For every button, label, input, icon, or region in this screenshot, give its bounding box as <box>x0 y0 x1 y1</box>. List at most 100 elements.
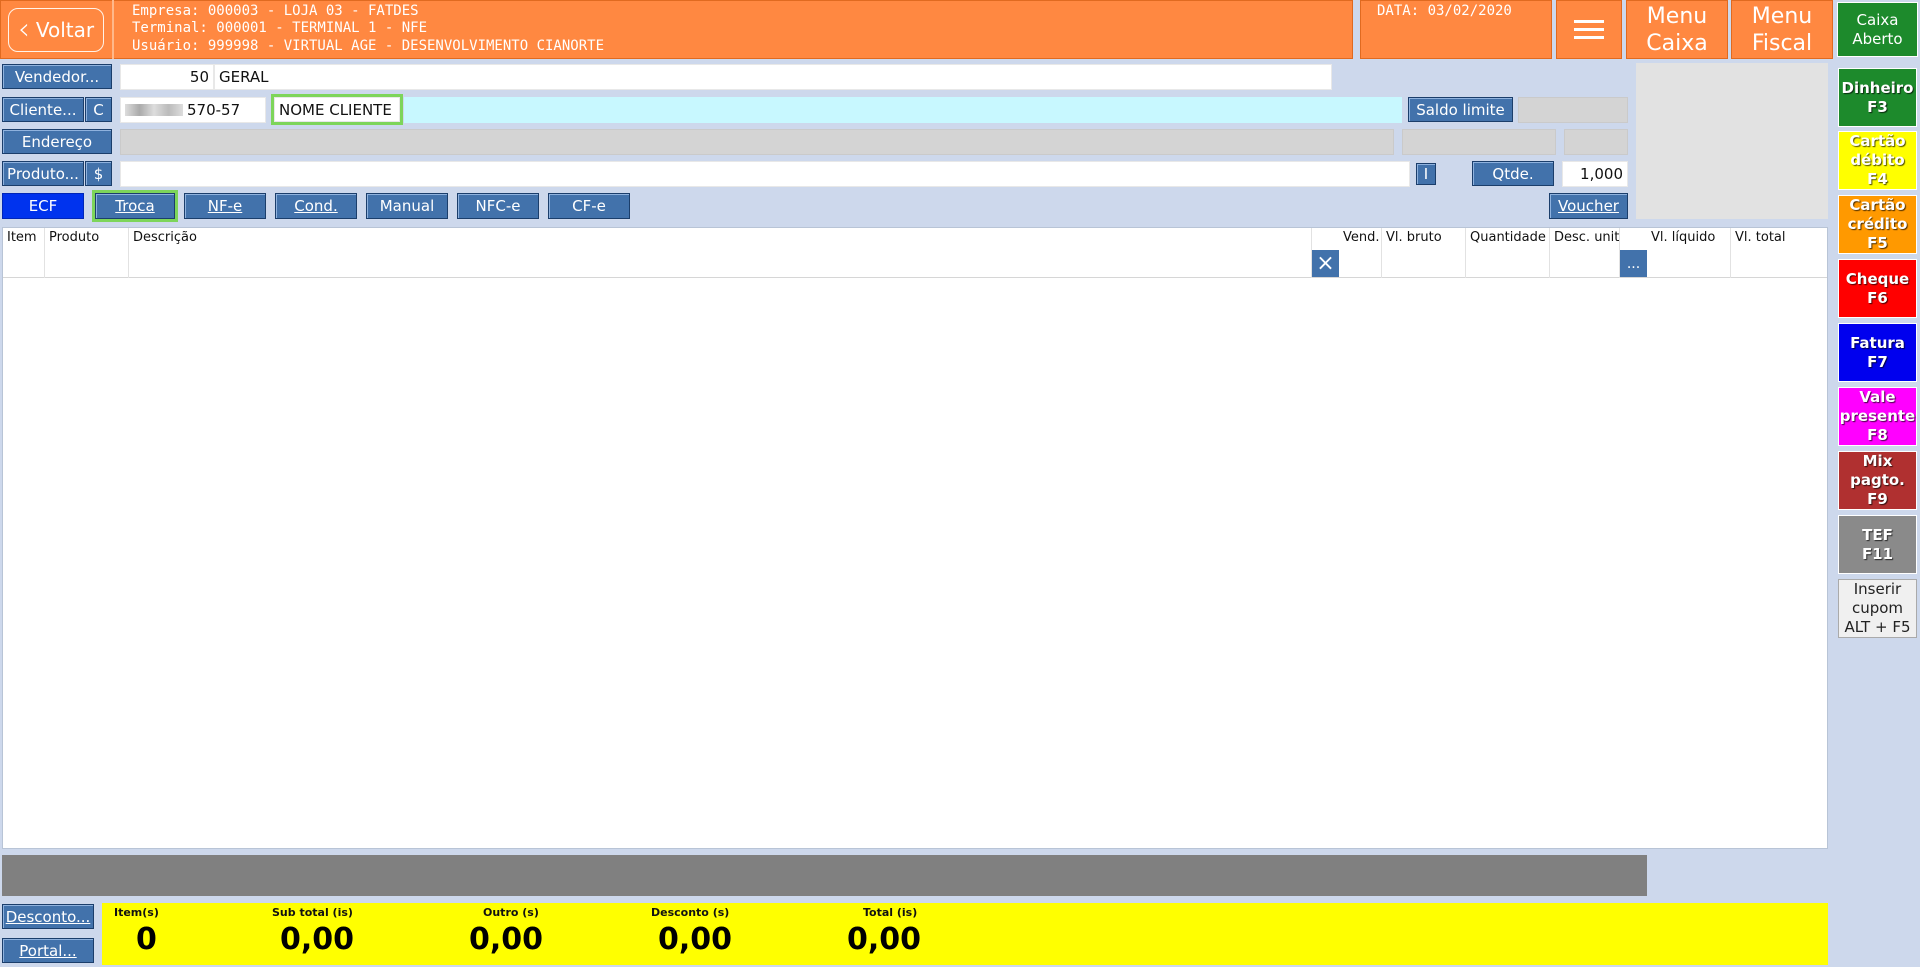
vale-label-2: presente <box>1839 407 1916 425</box>
endereco-button[interactable]: Endereço <box>2 129 112 154</box>
total-label: Total (is) <box>863 906 918 919</box>
col-desc-unit[interactable]: Desc. unit <box>1550 228 1620 278</box>
endereco-field <box>120 129 1394 155</box>
debito-label-1: Cartão <box>1849 132 1906 150</box>
close-icon: × <box>1316 250 1335 276</box>
outro-label: Outro (s) <box>483 906 539 919</box>
itens-value: 0 <box>136 922 157 957</box>
debito-button[interactable]: Cartão débito F4 <box>1838 131 1917 190</box>
photo-panel <box>1636 63 1828 219</box>
cliente-type-button[interactable]: C <box>85 97 112 122</box>
hamburger-icon <box>1574 15 1604 44</box>
table-header: Item Produto Descrição Vend. Vl. bruto Q… <box>3 228 1827 278</box>
credito-button[interactable]: Cartão crédito F5 <box>1838 195 1917 254</box>
chevron-left-icon: ‹ <box>17 12 30 47</box>
cliente-doc-field[interactable]: 570-57 <box>120 97 266 123</box>
desconto-button[interactable]: Desconto... <box>2 904 94 929</box>
fatura-button[interactable]: Fatura F7 <box>1838 323 1917 382</box>
header-divider <box>112 0 114 59</box>
credito-label-2: crédito <box>1847 215 1908 233</box>
cheque-button[interactable]: Cheque F6 <box>1838 259 1917 318</box>
menu-caixa-button[interactable]: Menu Caixa <box>1626 0 1728 59</box>
vendedor-button[interactable]: Vendedor... <box>2 64 112 89</box>
troca-button[interactable]: Troca <box>92 190 178 222</box>
qtde-button[interactable]: Qtde. <box>1472 161 1554 186</box>
portal-button[interactable]: Portal... <box>2 938 94 963</box>
credito-label-1: Cartão <box>1849 196 1906 214</box>
dinheiro-button[interactable]: Dinheiro F3 <box>1838 68 1917 127</box>
back-button[interactable]: ‹ Voltar <box>8 8 104 52</box>
cliente-button[interactable]: Cliente... <box>2 97 84 122</box>
desconto-total-label: Desconto (s) <box>651 906 730 919</box>
subtotal-value: 0,00 <box>280 922 355 957</box>
info-button[interactable]: I <box>1416 163 1436 185</box>
tef-key: F11 <box>1861 544 1894 563</box>
cheque-key: F6 <box>1867 288 1888 307</box>
terminal-info: Terminal: 000001 - TERMINAL 1 - NFE <box>132 20 428 36</box>
vendedor-name-field[interactable]: GERAL <box>214 64 1332 90</box>
inserir-cupom-button[interactable]: Inserir cupom ALT + F5 <box>1838 579 1917 638</box>
tef-button[interactable]: TEF F11 <box>1838 515 1917 574</box>
voucher-button[interactable]: Voucher <box>1549 193 1628 219</box>
inserir-key: ALT + F5 <box>1844 618 1911 636</box>
menu-fiscal-line2: Fiscal <box>1751 30 1813 56</box>
cheque-label: Cheque <box>1845 269 1910 288</box>
fatura-key: F7 <box>1867 352 1888 371</box>
col-produto[interactable]: Produto <box>45 228 129 278</box>
desconto-total-value: 0,00 <box>658 922 733 957</box>
outro-value: 0,00 <box>469 922 544 957</box>
date-label: DATA: 03/02/2020 <box>1377 3 1512 19</box>
dinheiro-key: F3 <box>1867 97 1888 116</box>
col-vl-bruto[interactable]: Vl. bruto <box>1382 228 1466 278</box>
menu-fiscal-button[interactable]: Menu Fiscal <box>1731 0 1833 59</box>
mix-label-2: pagto. <box>1850 471 1905 489</box>
desc-options-button[interactable]: ... <box>1620 250 1647 277</box>
price-button[interactable]: $ <box>85 161 112 186</box>
items-table[interactable]: Item Produto Descrição Vend. Vl. bruto Q… <box>2 227 1828 849</box>
saldo-limite-button[interactable]: Saldo limite <box>1408 97 1513 122</box>
cfe-button[interactable]: CF-e <box>548 193 630 219</box>
inserir-label-1: Inserir <box>1853 580 1902 598</box>
col-vl-total[interactable]: Vl. total <box>1731 228 1827 278</box>
nfce-button[interactable]: NFC-e <box>457 193 539 219</box>
hamburger-menu-button[interactable] <box>1556 0 1622 59</box>
empresa-info: Empresa: 000003 - LOJA 03 - FATDES <box>132 3 419 19</box>
cliente-details-field <box>404 97 1402 123</box>
col-descricao[interactable]: Descrição <box>129 228 1312 278</box>
clear-button[interactable]: × <box>1312 250 1339 277</box>
vale-key: F8 <box>1867 426 1888 444</box>
manual-button[interactable]: Manual <box>366 193 448 219</box>
status-bar <box>2 855 1647 896</box>
back-button-label: Voltar <box>35 18 95 42</box>
col-item[interactable]: Item <box>3 228 45 278</box>
qtde-field[interactable]: 1,000 <box>1562 161 1628 187</box>
nfe-button[interactable]: NF-e <box>184 193 266 219</box>
caixa-status-button[interactable]: Caixa Aberto <box>1837 2 1918 57</box>
ecf-button[interactable]: ECF <box>2 193 84 219</box>
caixa-status-line2: Aberto <box>1852 29 1903 48</box>
vale-label-1: Vale <box>1859 388 1896 406</box>
fatura-label: Fatura <box>1850 333 1905 352</box>
menu-caixa-line1: Menu <box>1646 3 1708 29</box>
totals-panel: Item(s) 0 Sub total (is) 0,00 Outro (s) … <box>102 903 1828 965</box>
usuario-info: Usuário: 999998 - VIRTUAL AGE - DESENVOL… <box>132 38 605 54</box>
inserir-label-2: cupom <box>1851 599 1904 617</box>
col-vend[interactable]: Vend. <box>1339 228 1382 278</box>
cliente-doc-value: 570-57 <box>187 101 241 119</box>
col-vl-liquido[interactable]: Vl. líquido <box>1647 228 1731 278</box>
itens-label: Item(s) <box>114 906 159 919</box>
vale-presente-button[interactable]: Vale presente F8 <box>1838 387 1917 446</box>
menu-caixa-line2: Caixa <box>1646 30 1708 56</box>
tef-label: TEF <box>1862 525 1893 544</box>
cond-button[interactable]: Cond. <box>275 193 357 219</box>
col-quantidade[interactable]: Quantidade <box>1466 228 1550 278</box>
produto-field[interactable] <box>120 161 1410 187</box>
dinheiro-label: Dinheiro <box>1841 78 1914 97</box>
produto-button[interactable]: Produto... <box>2 161 84 186</box>
vendedor-code-field[interactable]: 50 <box>120 64 214 90</box>
uf-field <box>1564 129 1628 155</box>
mix-pagto-button[interactable]: Mix pagto. F9 <box>1838 451 1917 510</box>
cliente-name-field[interactable]: NOME CLIENTE <box>271 94 403 125</box>
mix-label-1: Mix <box>1862 452 1893 470</box>
cidade-field <box>1402 129 1556 155</box>
